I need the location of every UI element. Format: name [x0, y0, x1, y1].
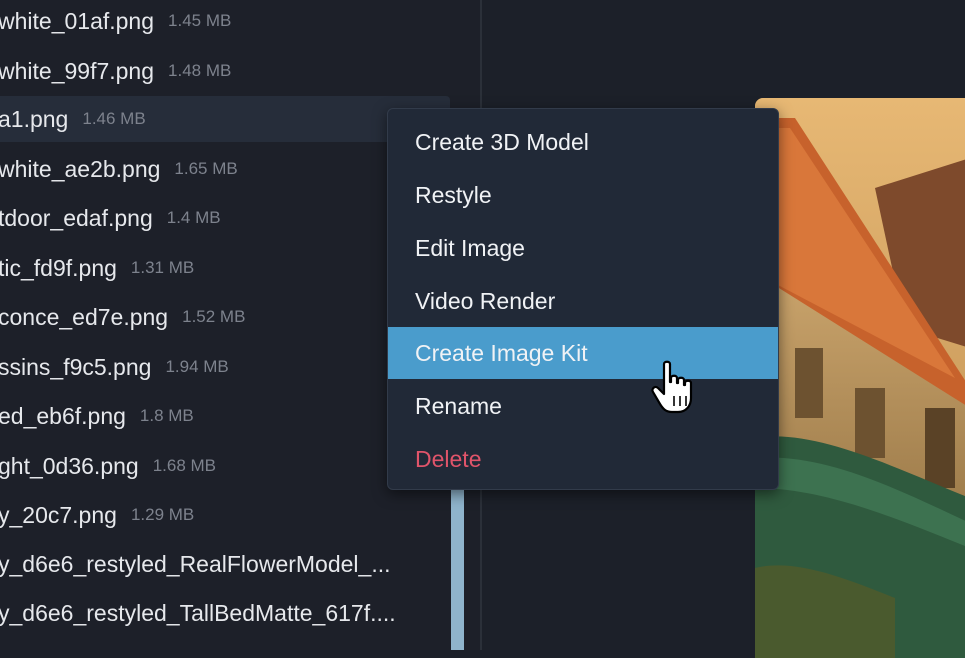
preview-painting — [755, 98, 965, 658]
file-size: 1.45 MB — [168, 11, 232, 30]
hand-pointer-icon — [650, 360, 700, 416]
file-name: ssins_f9c5.png — [0, 353, 152, 380]
file-list-item[interactable]: y_d6e6_restyled_RealFlowerModel_... — [0, 541, 450, 587]
file-list-item[interactable]: ssins_f9c5.png 1.94 MB — [0, 344, 450, 390]
file-list-item[interactable]: ght_0d36.png 1.68 MB — [0, 443, 450, 489]
file-size: 1.68 MB — [152, 456, 217, 475]
file-list-item[interactable]: tdoor_edaf.png 1.4 MB — [0, 195, 450, 241]
menu-item-create-3d-model[interactable]: Create 3D Model — [388, 116, 778, 168]
menu-item-restyle[interactable]: Restyle — [388, 169, 778, 221]
file-list-item[interactable]: ed_eb6f.png 1.8 MB — [0, 393, 450, 439]
file-name: white_ae2b.png — [0, 155, 161, 182]
file-name: y_20c7.png — [0, 501, 117, 528]
file-name: tic_fd9f.png — [0, 254, 117, 281]
file-name: white_99f7.png — [0, 57, 155, 84]
file-size: 1.29 MB — [130, 505, 195, 524]
menu-item-edit-image[interactable]: Edit Image — [388, 222, 778, 274]
file-size: 1.94 MB — [165, 357, 229, 376]
file-list-item[interactable]: white_ae2b.png 1.65 MB — [0, 146, 450, 192]
file-name: conce_ed7e.png — [0, 303, 169, 330]
menu-item-rename[interactable]: Rename — [388, 380, 778, 432]
file-size: 1.46 MB — [82, 109, 146, 128]
file-name: a1.png — [0, 105, 69, 132]
scrollbar-thumb[interactable] — [451, 470, 464, 650]
file-name: white_01af.png — [0, 7, 155, 34]
context-menu: Create 3D Model Restyle Edit Image Video… — [387, 108, 779, 490]
file-size: 1.52 MB — [182, 307, 246, 326]
file-name: y_d6e6_restyled_TallBedMatte_617f.... — [0, 599, 396, 626]
file-list-item[interactable]: conce_ed7e.png 1.52 MB — [0, 294, 450, 340]
file-size: 1.4 MB — [166, 208, 221, 227]
menu-item-video-render[interactable]: Video Render — [388, 275, 778, 327]
file-list-item[interactable]: y_20c7.png 1.29 MB — [0, 492, 450, 538]
file-list-item[interactable]: white_99f7.png 1.48 MB — [0, 48, 450, 94]
file-size: 1.65 MB — [174, 159, 238, 178]
menu-item-create-image-kit[interactable]: Create Image Kit — [388, 327, 778, 379]
file-list-item[interactable]: y_d6e6_restyled_TallBedMatte_617f.... — [0, 590, 450, 636]
file-name: ed_eb6f.png — [0, 402, 126, 429]
file-size: 1.31 MB — [130, 258, 195, 277]
file-size: 1.48 MB — [168, 61, 232, 80]
menu-item-delete[interactable]: Delete — [388, 433, 778, 485]
image-preview — [755, 98, 965, 658]
file-name: y_d6e6_restyled_RealFlowerModel_... — [0, 550, 391, 577]
file-list-item-selected[interactable]: a1.png 1.46 MB — [0, 96, 450, 142]
file-size: 1.8 MB — [139, 406, 194, 425]
file-list-item[interactable]: white_01af.png 1.45 MB — [0, 0, 450, 44]
file-list-item[interactable]: tic_fd9f.png 1.31 MB — [0, 245, 450, 291]
file-name: tdoor_edaf.png — [0, 204, 153, 231]
file-name: ght_0d36.png — [0, 452, 139, 479]
